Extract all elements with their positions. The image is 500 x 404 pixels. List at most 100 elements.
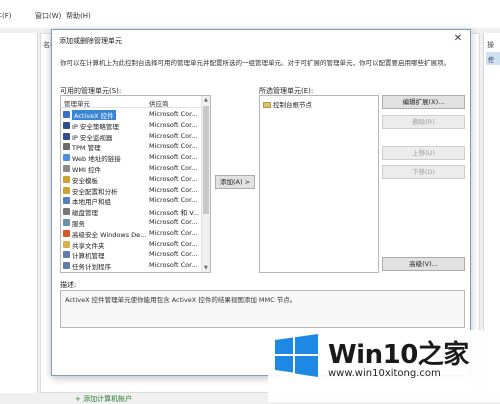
logo-pane-top-left <box>275 337 293 354</box>
snapin-icon <box>63 121 70 129</box>
snapin-row[interactable]: IP 安全策略管理 Microsoft Cor... <box>61 120 202 131</box>
list-header: 管理单元 供应商 <box>61 96 202 108</box>
snapin-icon <box>63 229 70 237</box>
watermark-url: www.win10xitong.com <box>328 368 441 379</box>
snapin-vendor: Microsoft Cor... <box>149 261 198 270</box>
selected-snapins-list[interactable]: 控制台根节点 <box>259 95 379 273</box>
snapin-name: IP 安全策略管理 <box>72 122 119 131</box>
snapin-row[interactable]: 服务 Microsoft Cor... <box>61 217 202 228</box>
menu-help[interactable]: 帮助(H) <box>66 11 91 21</box>
snapin-icon <box>63 208 70 216</box>
windows-logo-icon <box>275 334 318 377</box>
snapin-row[interactable]: 磁盘管理 Microsoft 和 V... <box>61 206 202 217</box>
snapin-row[interactable]: Web 地址的链接 Microsoft Cor... <box>61 152 202 163</box>
scroll-up-icon[interactable]: ▲ <box>204 97 208 103</box>
snapin-icon <box>63 262 70 270</box>
snapin-icon <box>63 240 70 248</box>
add-button[interactable]: 添加(A) > <box>215 175 255 189</box>
menu-window[interactable]: 窗口(W) <box>35 11 61 21</box>
console-tree-panel <box>0 33 38 393</box>
snapin-icon <box>63 218 70 226</box>
snapin-vendor: Microsoft Cor... <box>149 217 198 226</box>
description-label: 描述: <box>60 281 77 289</box>
dialog-title: 添加或删除管理单元 <box>59 37 122 45</box>
scroll-thumb[interactable] <box>203 106 209 214</box>
snapin-name: TPM 管理 <box>72 144 101 153</box>
snapin-row[interactable]: IP 安全监视器 Microsoft Cor... <box>61 131 202 142</box>
snapin-name: 计算机管理 <box>72 252 105 261</box>
menu-file[interactable]: 文件(F) <box>0 11 12 21</box>
snapin-vendor: Microsoft Cor... <box>149 250 198 259</box>
snapin-vendor: Microsoft Cor... <box>149 142 198 151</box>
snapin-icon <box>63 164 70 172</box>
snapin-icon <box>63 111 70 118</box>
snapin-vendor: Microsoft Cor... <box>149 185 198 194</box>
snapin-vendor: Microsoft Cor... <box>149 228 198 237</box>
snapin-icon <box>63 251 70 259</box>
column-header-vendor[interactable]: 供应商 <box>149 98 169 108</box>
snapin-name: 本地用户和组 <box>72 198 111 207</box>
watermark-title-cjk: 之家 <box>417 340 470 370</box>
delete-button[interactable]: 删除(R) <box>382 115 465 129</box>
snapin-icon <box>63 154 70 162</box>
snapin-vendor: Microsoft Cor... <box>149 174 198 183</box>
snapin-row[interactable]: WMI 控件 Microsoft Cor... <box>61 163 202 174</box>
watermark-title: Win10之家 <box>328 334 469 371</box>
snapin-name: 服务 <box>72 219 85 228</box>
snapin-icon <box>63 175 70 183</box>
snapin-vendor: Microsoft Cor... <box>149 196 198 205</box>
selected-item[interactable]: 控制台根节点 <box>263 99 312 109</box>
actions-label: 操 <box>487 41 494 49</box>
snapin-name: 磁盘管理 <box>72 209 98 218</box>
snapin-name: ActiveX 控件 <box>72 110 116 120</box>
folder-icon <box>263 102 271 108</box>
add-computer-account-link[interactable]: + 添加计算机帐户 <box>75 394 132 404</box>
snapin-name: Web 地址的链接 <box>72 155 121 164</box>
column-header-name[interactable]: 管理单元 <box>64 98 90 108</box>
snapin-rows: ActiveX 控件 Microsoft Cor... IP 安全策略管理 Micro… <box>61 109 202 271</box>
close-icon[interactable]: ✕ <box>452 33 464 45</box>
watermark-title-latin: Win10 <box>328 340 418 370</box>
snapin-vendor: Microsoft 和 V... <box>149 209 200 218</box>
selected-item-label: 控制台根节点 <box>273 101 312 109</box>
logo-pane-top-right <box>295 334 318 354</box>
dialog-description: 你可以在计算机上为此控制台选择可用的管理单元并配置所选的一组管理单元。对于可扩展… <box>60 59 450 67</box>
snapin-name: WMI 控件 <box>72 165 102 174</box>
advanced-button[interactable]: 高级(V)... <box>382 257 465 271</box>
actions-tab[interactable]: 控 <box>486 52 500 65</box>
snapin-vendor: Microsoft Cor... <box>149 110 198 118</box>
logo-pane-bottom-right <box>295 356 318 377</box>
snapin-icon <box>63 132 70 140</box>
move-down-button[interactable]: 下移(D) <box>382 165 465 179</box>
watermark: Win10之家 www.win10xitong.com <box>268 330 500 402</box>
snapin-name: 任务计划程序 <box>72 263 111 272</box>
snapin-name: 安全模板 <box>72 176 98 185</box>
available-snapins-list[interactable]: 管理单元 供应商 ActiveX 控件 Microsoft Cor... IP 安全… <box>60 95 211 273</box>
snapin-row[interactable]: 本地用户和组 Microsoft Cor... <box>61 195 202 206</box>
snapin-row[interactable]: TPM 管理 Microsoft Cor... <box>61 141 202 152</box>
snapin-row[interactable]: 任务计划程序 Microsoft Cor... <box>61 260 202 271</box>
snapin-icon <box>63 143 70 151</box>
description-box: ActiveX 控件管理单元使你能用包含 ActiveX 控件的结果视图添加 M… <box>60 290 465 328</box>
add-remove-snapin-dialog: 添加或删除管理单元 ✕ 你可以在计算机上为此控制台选择可用的管理单元并配置所选的… <box>51 29 471 376</box>
snapin-row[interactable]: ActiveX 控件 Microsoft Cor... <box>61 109 202 120</box>
list-scrollbar[interactable]: ▲ ▼ <box>201 96 210 272</box>
snapin-row[interactable]: 安全模板 Microsoft Cor... <box>61 174 202 185</box>
snapin-name: 高级安全 Windows De... <box>72 230 146 239</box>
snapin-row[interactable]: 共享文件夹 Microsoft Cor... <box>61 239 202 250</box>
description-text: ActiveX 控件管理单元使你能用包含 ActiveX 控件的结果视图添加 M… <box>65 296 297 304</box>
snapin-name: 共享文件夹 <box>72 241 105 250</box>
snapin-icon <box>63 197 70 205</box>
snapin-vendor: Microsoft Cor... <box>149 163 198 172</box>
edit-extensions-button[interactable]: 编辑扩展(X)... <box>382 95 465 109</box>
logo-pane-bottom-left <box>275 356 293 373</box>
snapin-row[interactable]: 高级安全 Windows De... Microsoft Cor... <box>61 228 202 239</box>
snapin-vendor: Microsoft Cor... <box>149 153 198 162</box>
snapin-vendor: Microsoft Cor... <box>149 120 198 129</box>
snapin-icon <box>63 186 70 194</box>
snapin-row[interactable]: 安全配置和分析 Microsoft Cor... <box>61 185 202 196</box>
snapin-vendor: Microsoft Cor... <box>149 131 198 140</box>
move-up-button[interactable]: 上移(U) <box>382 146 465 160</box>
snapin-row[interactable]: 计算机管理 Microsoft Cor... <box>61 249 202 260</box>
scroll-down-icon[interactable]: ▼ <box>204 265 208 271</box>
